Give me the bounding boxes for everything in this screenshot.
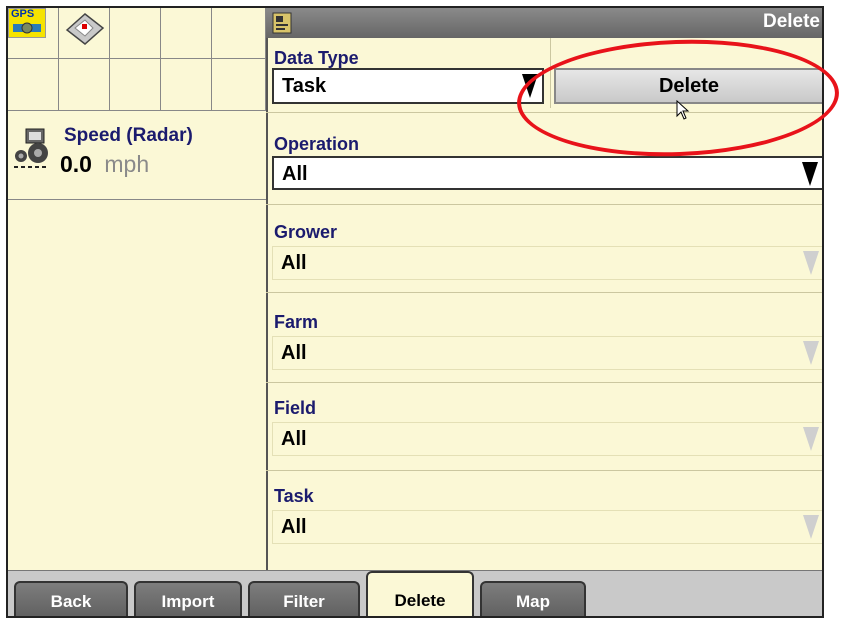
chevron-down-icon xyxy=(803,341,819,365)
empty-tile xyxy=(212,59,266,111)
speed-unit: mph xyxy=(104,151,150,177)
grower-label: Grower xyxy=(274,222,338,242)
empty-tile xyxy=(8,59,59,111)
divider xyxy=(550,38,551,108)
tab-delete[interactable]: Delete xyxy=(366,571,474,616)
field-value: All xyxy=(281,428,307,450)
field-dropdown[interactable]: All xyxy=(272,422,822,456)
divider xyxy=(266,292,822,293)
panel-titlebar: Delete xyxy=(266,8,822,38)
chevron-down-icon xyxy=(802,162,818,186)
empty-tile xyxy=(59,59,110,111)
tab-map[interactable]: Map xyxy=(480,581,586,616)
chevron-down-icon xyxy=(803,251,819,275)
memory-card-icon xyxy=(65,13,105,45)
task-label: Task xyxy=(274,486,314,506)
memory-card-tile[interactable] xyxy=(59,8,110,59)
field-label: Field xyxy=(274,398,317,418)
empty-tile xyxy=(161,59,212,111)
speed-value: 0.0 xyxy=(60,151,92,177)
data-type-dropdown[interactable]: Task xyxy=(272,68,544,104)
delete-button[interactable]: Delete xyxy=(554,68,822,104)
task-manager-icon xyxy=(272,12,292,34)
data-type-label: Data Type xyxy=(274,48,359,68)
grower-dropdown[interactable]: All xyxy=(272,246,822,280)
bottom-tab-bar: Back Import Filter Delete Map xyxy=(8,570,822,616)
delete-panel: Delete Data Type Task Delete Operation A… xyxy=(266,8,822,570)
tab-filter[interactable]: Filter xyxy=(248,581,360,616)
gps-status-tile[interactable]: GPS xyxy=(8,8,59,59)
empty-tile xyxy=(212,8,266,59)
display-screen: GPS Speed (Radar) 0.0 mph Delete Data Ty… xyxy=(6,6,824,618)
operation-label: Operation xyxy=(274,134,360,154)
task-dropdown[interactable]: All xyxy=(272,510,822,544)
tractor-icon xyxy=(14,128,48,168)
speed-readout[interactable]: Speed (Radar) 0.0 mph xyxy=(8,111,266,200)
panel-title: Delete xyxy=(762,11,820,32)
farm-dropdown[interactable]: All xyxy=(272,336,822,370)
divider xyxy=(266,204,822,205)
speed-label: Speed (Radar) xyxy=(64,125,193,146)
divider xyxy=(266,112,822,113)
tab-back[interactable]: Back xyxy=(14,581,128,616)
speed-value-row: 0.0 mph xyxy=(60,151,149,178)
divider xyxy=(266,382,822,383)
empty-tile xyxy=(161,8,212,59)
operation-dropdown[interactable]: All xyxy=(272,156,822,190)
divider xyxy=(266,470,822,471)
farm-value: All xyxy=(281,342,307,364)
left-status-column: GPS Speed (Radar) 0.0 mph xyxy=(8,8,268,570)
empty-tile xyxy=(110,59,161,111)
farm-label: Farm xyxy=(274,312,319,332)
tab-import[interactable]: Import xyxy=(134,581,242,616)
empty-tile xyxy=(110,8,161,59)
chevron-down-icon xyxy=(803,427,819,451)
chevron-down-icon xyxy=(522,74,538,98)
task-value: All xyxy=(281,516,307,538)
chevron-down-icon xyxy=(803,515,819,539)
grower-value: All xyxy=(281,252,307,274)
data-type-value: Task xyxy=(282,75,327,97)
gps-receiver-icon xyxy=(13,22,41,34)
gps-label: GPS xyxy=(11,8,35,20)
gps-badge: GPS xyxy=(8,8,46,38)
operation-value: All xyxy=(282,163,308,185)
